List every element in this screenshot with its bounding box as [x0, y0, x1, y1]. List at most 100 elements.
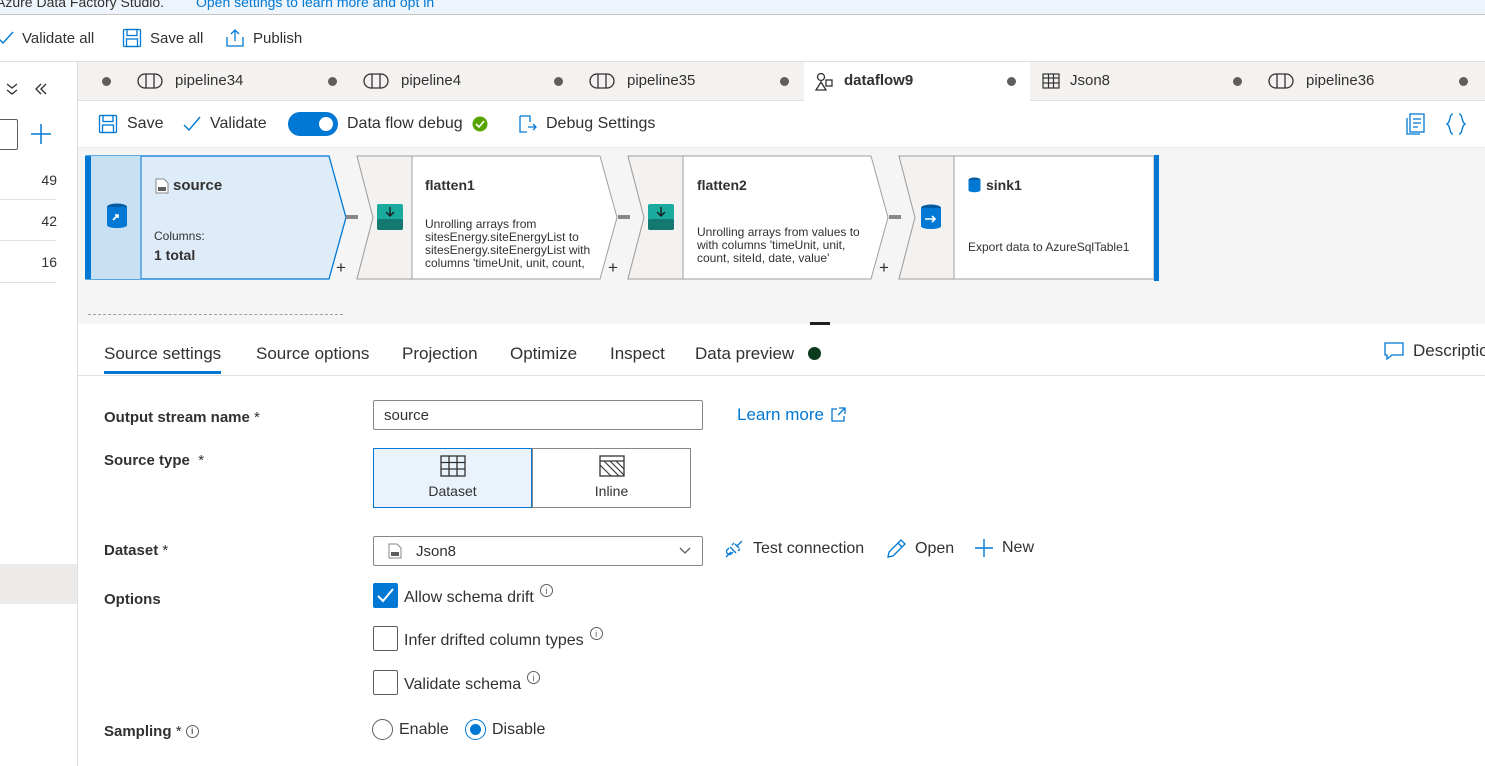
source-database-icon	[107, 203, 127, 228]
source-node[interactable]: source Columns: 1 total +	[85, 155, 347, 280]
new-dataset-button[interactable]: New	[974, 538, 1034, 558]
open-dataset-button[interactable]: Open	[885, 538, 954, 560]
publish-icon	[226, 29, 244, 47]
debug-toggle-switch[interactable]	[288, 112, 338, 136]
flatten1-node[interactable]: flatten1 Unrolling arrays from sitesEner…	[356, 155, 618, 280]
pencil-icon	[887, 539, 906, 558]
infer-drifted-checkbox[interactable]	[373, 626, 398, 651]
collapse-pane-icon[interactable]	[34, 82, 48, 96]
info-icon[interactable]: i	[589, 627, 603, 640]
factory-resources-pane: 49 42 16	[0, 62, 78, 766]
debug-settings-icon	[519, 115, 537, 133]
sampling-enable-option[interactable]: Enable	[372, 719, 449, 740]
tab-pipeline4[interactable]: pipeline4	[338, 62, 563, 101]
dataset-dropdown[interactable]: Json8	[373, 536, 703, 566]
save-all-button[interactable]: Save all	[122, 26, 203, 50]
datasets-count: 42	[41, 213, 57, 229]
unsaved-dot	[1007, 77, 1016, 86]
unsaved-dot	[102, 77, 111, 86]
required-mark: *	[254, 409, 260, 426]
tab-label: dataflow9	[844, 72, 914, 89]
sampling-disable-option[interactable]: Disable	[465, 719, 545, 740]
options-label: Options	[104, 591, 161, 608]
description-label: Description	[1413, 341, 1485, 360]
description-button[interactable]: Description	[1384, 341, 1485, 361]
test-connection-button[interactable]: Test connection	[723, 538, 864, 560]
tab-pipeline36[interactable]: pipeline36	[1256, 62, 1482, 101]
validate-button[interactable]: Validate	[183, 112, 267, 136]
save-button[interactable]: Save	[98, 112, 163, 136]
unsaved-dot	[328, 77, 337, 86]
divider	[0, 240, 56, 241]
publish-button[interactable]: Publish	[225, 26, 302, 50]
tab-inspect[interactable]: Inspect	[610, 344, 665, 364]
tab-pipeline34[interactable]: pipeline34	[78, 62, 337, 101]
add-transform-button[interactable]: +	[879, 258, 889, 278]
infer-drifted-row[interactable]: Infer drifted column types i	[373, 626, 603, 651]
tab-optimize[interactable]: Optimize	[510, 344, 577, 364]
collapse-all-icon[interactable]	[5, 82, 19, 96]
tab-pipeline35[interactable]: pipeline35	[564, 62, 789, 101]
allow-schema-drift-row[interactable]: Allow schema drift i	[373, 583, 553, 608]
validate-all-button[interactable]: Validate all	[0, 26, 94, 50]
selected-resource-row[interactable]	[0, 564, 77, 604]
allow-schema-drift-checkbox[interactable]	[373, 583, 398, 608]
validate-schema-label: Validate schema	[404, 676, 522, 693]
sink1-node-title: sink1	[986, 177, 1022, 193]
flatten2-node[interactable]: flatten2 Unrolling arrays from values to…	[627, 155, 889, 280]
tab-source-options[interactable]: Source options	[256, 344, 369, 364]
open-label: Open	[915, 540, 955, 557]
inline-hatch-icon	[598, 455, 625, 477]
new-label: New	[1002, 539, 1035, 556]
output-stream-name-input[interactable]	[373, 400, 703, 430]
tab-label: pipeline36	[1306, 72, 1375, 89]
source-type-inline-option[interactable]: Inline	[532, 448, 691, 508]
tab-dataflow9[interactable]: dataflow9	[804, 62, 1030, 102]
dataflow-toolbar: Save Validate Data flow debug Debug Sett…	[78, 101, 1485, 148]
debug-settings-button[interactable]: Debug Settings	[517, 112, 655, 136]
code-view-icon[interactable]	[1406, 113, 1426, 135]
info-icon[interactable]: i	[527, 671, 541, 684]
comment-icon	[1384, 342, 1404, 360]
dataset-option-label: Dataset	[428, 483, 477, 499]
sampling-enable-radio[interactable]	[372, 719, 393, 740]
add-resource-icon[interactable]	[30, 123, 52, 145]
source-node-title: source	[173, 177, 223, 194]
sink-database-icon	[921, 204, 941, 229]
divider	[0, 282, 56, 283]
validate-all-label: Validate all	[22, 29, 95, 47]
info-banner: Azure Data Factory Studio. Open settings…	[0, 0, 1485, 15]
divider	[0, 199, 56, 200]
validate-schema-checkbox[interactable]	[373, 670, 398, 695]
tab-data-preview[interactable]: Data preview	[695, 344, 794, 364]
data-flow-debug-toggle[interactable]: Data flow debug	[288, 112, 488, 136]
pipeline-icon	[363, 73, 389, 89]
editor-tabs: pipeline34 pipeline4 pipeline35 dataflow…	[78, 62, 1485, 102]
required-mark: *	[162, 542, 169, 559]
filter-input[interactable]	[0, 119, 18, 150]
validate-schema-row[interactable]: Validate schema i	[373, 670, 541, 695]
tab-label: pipeline4	[401, 72, 462, 89]
sampling-disable-radio[interactable]	[465, 719, 486, 740]
validate-check-icon	[0, 31, 14, 45]
save-all-label: Save all	[150, 29, 204, 47]
dataset-table-icon	[439, 455, 466, 477]
dataflow-icon	[814, 72, 833, 91]
sampling-label: Sampling * i	[104, 723, 199, 740]
json-file-icon	[155, 178, 169, 194]
checkmark-icon	[377, 588, 394, 603]
source-type-dataset-option[interactable]: Dataset	[373, 448, 532, 508]
add-transform-button[interactable]: +	[608, 258, 618, 278]
banner-link[interactable]: Open settings to learn more and opt in	[196, 0, 434, 10]
json-braces-icon[interactable]	[1446, 113, 1466, 135]
tab-source-settings[interactable]: Source settings	[104, 344, 222, 374]
dataset-icon	[1042, 73, 1060, 89]
sink1-node[interactable]: sink1 Export data to AzureSqlTable1	[898, 155, 1162, 281]
tab-json8[interactable]: Json8	[1030, 62, 1256, 101]
tab-projection[interactable]: Projection	[402, 344, 478, 364]
unsaved-dot	[554, 77, 563, 86]
learn-more-link[interactable]: Learn more	[737, 405, 846, 425]
add-transform-button[interactable]: +	[336, 258, 346, 278]
info-icon[interactable]: i	[185, 724, 199, 738]
info-icon[interactable]: i	[539, 584, 553, 597]
